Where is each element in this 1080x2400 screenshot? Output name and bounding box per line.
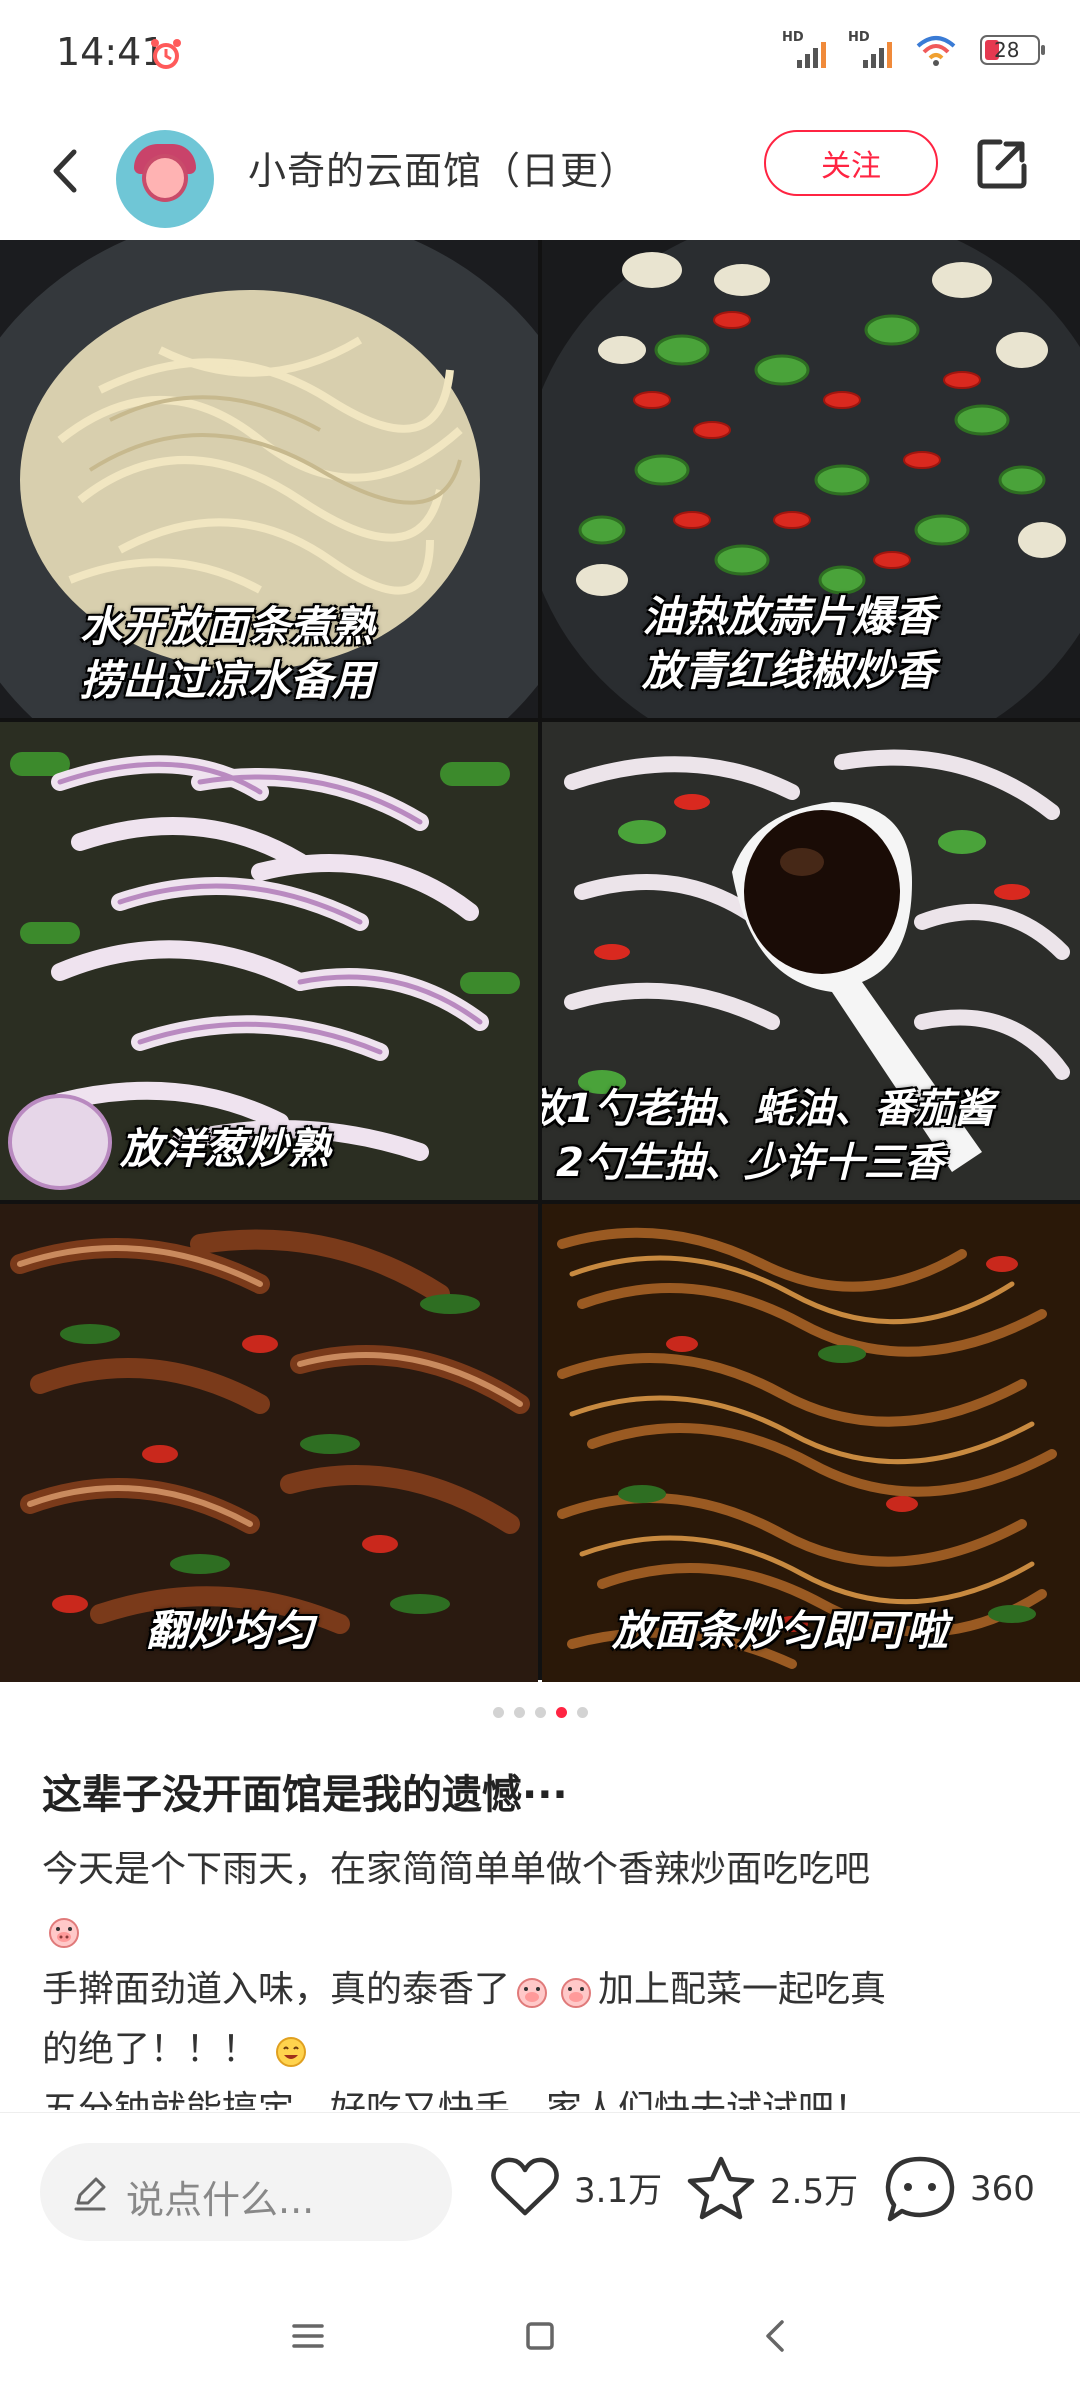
laughing-emoji-icon: [276, 2037, 307, 2067]
step-4-caption-line-2: 2勺生抽、少许十三香: [556, 1140, 944, 1186]
back-arrow-icon[interactable]: [38, 138, 98, 204]
battery-indicator: 28: [980, 35, 1045, 65]
image-page-indicator: [0, 1707, 1080, 1718]
comments-button[interactable]: 360: [884, 2155, 1035, 2223]
back-triangle-icon[interactable]: [752, 2312, 800, 2360]
step-4-caption-line-1: 放1勺老抽、蚝油、番茄酱: [542, 1086, 994, 1132]
step-2-caption-line-2: 放青红线椒炒香: [642, 646, 937, 695]
favorite-count: 2.5万: [770, 2171, 859, 2212]
status-bar: 14:41 HD HD 28: [0, 0, 1080, 108]
page-dot-4-active: [555, 1707, 567, 1718]
comment-count: 360: [970, 2169, 1035, 2209]
heart-icon: [491, 2157, 559, 2216]
page-dot-1: [492, 1707, 504, 1718]
post-line-1: 今天是个下雨天，在家简简单单做个香辣炒面吃吃吧: [42, 1849, 871, 1890]
step-1-caption-line-2: 捞出过凉水备用: [80, 656, 375, 705]
step-photo-2: 油热放蒜片爆香 放青红线椒炒香: [542, 240, 1080, 718]
star-icon: [687, 2156, 755, 2220]
pig-face-emoji-icon: [517, 1978, 548, 2008]
post-body: 今天是个下雨天，在家简简单单做个香辣炒面吃吃吧 手擀面劲道入味，真的泰香了 加上…: [42, 1840, 1042, 2110]
system-nav-bar: [0, 2272, 1080, 2400]
step-photo-3: 放洋葱炒熟: [0, 722, 538, 1200]
bottom-action-bar: 说点什么... 3.1万 2.5万 360: [0, 2112, 1080, 2273]
step-photo-4: 放1勺老抽、蚝油、番茄酱 2勺生抽、少许十三香: [542, 722, 1080, 1200]
like-count: 3.1万: [574, 2170, 663, 2211]
favorite-button[interactable]: 2.5万: [686, 2155, 858, 2221]
author-name[interactable]: 小奇的云面馆（日更）: [248, 140, 638, 195]
post-title: 这辈子没开面馆是我的遗憾···: [42, 1772, 568, 1818]
alarm-icon: [151, 39, 181, 69]
comment-placeholder: 说点什么...: [126, 2178, 315, 2222]
step-photo-5: 翻炒均匀: [0, 1204, 538, 1682]
wifi-icon: [916, 36, 956, 66]
comment-bubble-icon: [885, 2156, 955, 2222]
post-line-2b: 加上配菜一起吃真: [598, 1969, 887, 2010]
step-photo-1: 水开放面条煮熟 捞出过凉水备用: [0, 240, 538, 718]
page-dot-2: [513, 1707, 525, 1718]
step-5-caption: 翻炒均匀: [146, 1606, 315, 1655]
follow-button[interactable]: 关注: [764, 130, 938, 196]
step-3-caption: 放洋葱炒熟: [120, 1124, 331, 1173]
cellular-signal-icon: HD: [782, 30, 826, 68]
menu-icon[interactable]: [284, 2312, 332, 2360]
cellular-signal-icon-2: HD: [848, 30, 892, 68]
step-1-caption-line-1: 水开放面条煮熟: [80, 602, 375, 651]
post-line-3: 的绝了！！！: [42, 2029, 259, 2070]
pig-face-emoji-icon: [49, 1918, 79, 1948]
recipe-photo-collage[interactable]: 水开放面条煮熟 捞出过凉水备用 油热放蒜片爆香 放青红线椒炒香 放洋葱炒熟 放1…: [0, 240, 1080, 1682]
step-photo-6: 放面条炒匀即可啦: [542, 1204, 1080, 1682]
comment-input[interactable]: 说点什么...: [40, 2143, 452, 2241]
share-icon[interactable]: [972, 134, 1032, 194]
home-square-icon[interactable]: [516, 2312, 564, 2360]
like-button[interactable]: 3.1万: [490, 2155, 662, 2219]
post-header: 小奇的云面馆（日更） 关注: [0, 108, 1080, 240]
step-2-caption-line-1: 油热放蒜片爆香: [642, 592, 937, 641]
step-6-caption: 放面条炒匀即可啦: [612, 1606, 949, 1655]
post-line-4: 五分钟就能搞定，好吃又快手，家人们快去试试吧！: [42, 2089, 871, 2110]
author-avatar[interactable]: [116, 130, 214, 228]
page-dot-5: [576, 1707, 588, 1718]
pen-icon: [74, 2177, 106, 2211]
post-line-2a: 手擀面劲道入味，真的泰香了: [42, 1969, 511, 2010]
page-dot-3: [534, 1707, 546, 1718]
pig-face-emoji-icon: [561, 1978, 592, 2008]
